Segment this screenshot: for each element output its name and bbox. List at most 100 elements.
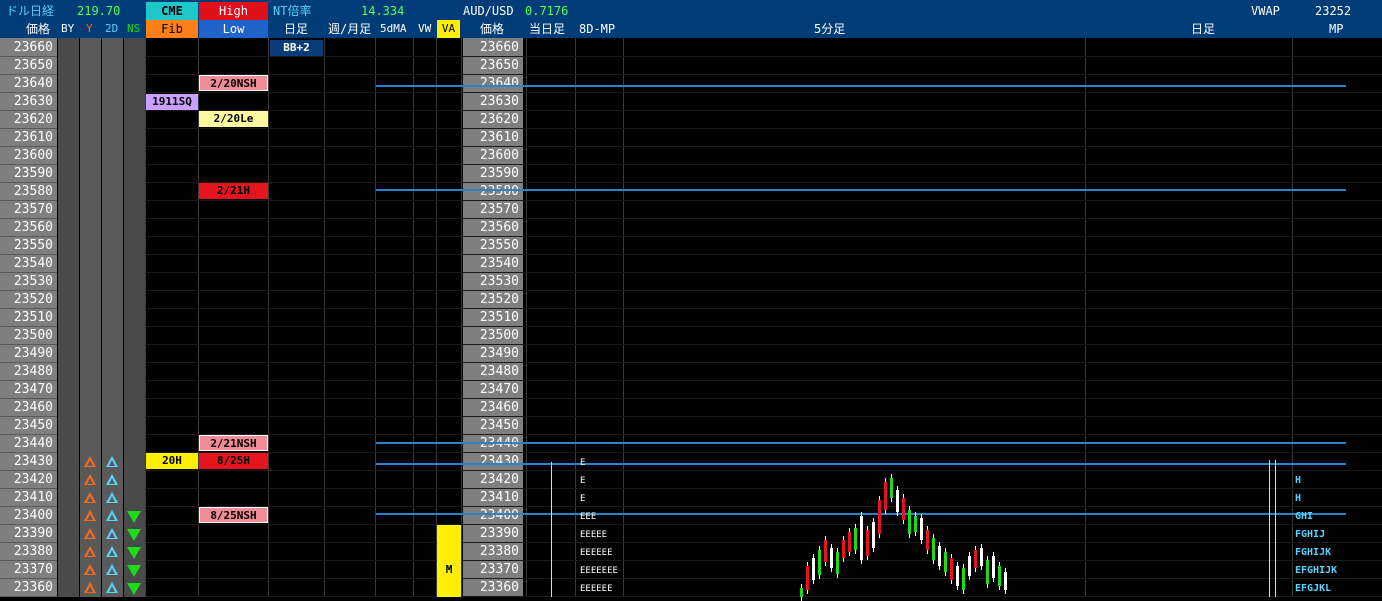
price-cell-left: 23660 <box>0 39 57 57</box>
candle-body <box>908 510 911 534</box>
price-cell-left: 23510 <box>0 309 57 327</box>
price-cell-left: 23630 <box>0 93 57 111</box>
candle-body <box>860 516 863 560</box>
candle-body <box>818 550 821 575</box>
candle-body <box>1004 572 1007 590</box>
triangle-up-orange-icon <box>84 528 96 539</box>
triangle-up-orange-icon <box>84 510 96 521</box>
va-block <box>437 525 461 597</box>
candle-body <box>986 560 989 584</box>
mp-right-23370: EFGHIJK <box>1295 565 1338 576</box>
candle-body <box>890 478 893 498</box>
price-cell-left: 23620 <box>0 111 57 129</box>
mp-row-23380: EEEEEE <box>580 548 613 558</box>
price-header: 価格 <box>26 22 51 36</box>
price-cell-mid: 23620 <box>463 111 523 129</box>
triangle-down-green-icon <box>127 565 141 577</box>
triangle-down-green-icon <box>127 547 141 559</box>
candle-body <box>848 532 851 552</box>
price-cell-left: 23530 <box>0 273 57 291</box>
grid-hline <box>146 416 1382 417</box>
mp-header: MP <box>1329 22 1344 36</box>
bb2-tag: BB+2 <box>270 40 323 56</box>
triangle-up-cyan-icon <box>106 474 118 485</box>
price-cell-left: 23440 <box>0 435 57 453</box>
triangle-down-green-icon <box>127 529 141 541</box>
price-cell-left: 23590 <box>0 165 57 183</box>
2d-header: 2D <box>105 22 119 35</box>
daily-right-header: 日足 <box>1191 22 1216 36</box>
grid-hline <box>146 578 1382 579</box>
candle-body <box>944 552 947 572</box>
daily-header: 日足 <box>284 22 309 36</box>
grid-hline <box>146 74 1382 75</box>
candle-body <box>902 498 905 520</box>
price-cell-mid: 23510 <box>463 309 523 327</box>
candle-body <box>800 588 803 597</box>
candle-body <box>812 558 815 580</box>
level-line-23440 <box>376 442 1346 444</box>
price-cell-mid: 23590 <box>463 165 523 183</box>
vwap-value: 23252 <box>1315 4 1352 18</box>
by-column <box>58 38 79 597</box>
grid-hline <box>146 146 1382 147</box>
candle-body <box>998 566 1001 586</box>
grid-hline <box>146 380 1382 381</box>
price-cell-left: 23370 <box>0 561 57 579</box>
fib-label[interactable]: Fib <box>146 20 198 38</box>
price-cell-left: 23430 <box>0 453 57 471</box>
nsh-825-tag: 8/25NSH <box>199 507 268 523</box>
mp-right-23390: FGHIJ <box>1295 529 1326 540</box>
5min-header: 5分足 <box>814 22 846 36</box>
grid-hline <box>146 470 1382 471</box>
grid-hline <box>146 182 1382 183</box>
mp-right-23420: H <box>1295 475 1302 486</box>
level-line-23640 <box>376 85 1346 87</box>
ns-header: NS <box>127 22 141 35</box>
candle-body <box>866 530 869 556</box>
mp-row-23430: E <box>580 458 586 468</box>
price-cell-mid: 23540 <box>463 255 523 273</box>
price-cell-mid: 23480 <box>463 363 523 381</box>
price-cell-left: 23420 <box>0 471 57 489</box>
nsh-220-tag: 2/20NSH <box>199 75 268 91</box>
price-cell-left: 23460 <box>0 399 57 417</box>
price-cell-mid: 23490 <box>463 345 523 363</box>
grid-hline <box>146 560 1382 561</box>
low-label[interactable]: Low <box>199 20 268 38</box>
by-header: BY <box>61 22 75 35</box>
price-cell-mid: 23440 <box>463 435 523 453</box>
candle-body <box>968 556 971 576</box>
grid-hline <box>146 218 1382 219</box>
nt-ratio-label: NT倍率 <box>273 4 312 18</box>
8d-mp-header: 8D-MP <box>579 22 616 36</box>
high-label[interactable]: High <box>199 2 268 20</box>
audusd-value: 0.7176 <box>525 4 569 18</box>
price-cell-mid: 23390 <box>463 525 523 543</box>
triangle-up-orange-icon <box>84 492 96 503</box>
candle-body <box>884 482 887 510</box>
grid-vline <box>145 38 146 597</box>
le-220-tag: 2/20Le <box>199 111 268 127</box>
triangle-up-cyan-icon <box>106 492 118 503</box>
mp-row-23360: EEEEEE <box>580 584 613 594</box>
price-cell-mid: 23370 <box>463 561 523 579</box>
price-cell-mid: 23560 <box>463 219 523 237</box>
price-cell-left: 23560 <box>0 219 57 237</box>
grid-hline <box>146 236 1382 237</box>
price-cell-left: 23400 <box>0 507 57 525</box>
candle-body <box>974 550 977 568</box>
triangle-up-cyan-icon <box>106 564 118 575</box>
cme-label[interactable]: CME <box>146 2 198 20</box>
vw-header: VW <box>418 22 432 35</box>
mp-row-23400: EEE <box>580 512 597 522</box>
triangle-up-cyan-icon <box>106 456 118 467</box>
grid-hline <box>146 506 1382 507</box>
grid-hline <box>146 254 1382 255</box>
price-cell-left: 23570 <box>0 201 57 219</box>
price-cell-left: 23640 <box>0 75 57 93</box>
grid-hline <box>146 128 1382 129</box>
grid-vline <box>324 38 325 597</box>
price-cell-mid: 23460 <box>463 399 523 417</box>
price-cell-left: 23650 <box>0 57 57 75</box>
